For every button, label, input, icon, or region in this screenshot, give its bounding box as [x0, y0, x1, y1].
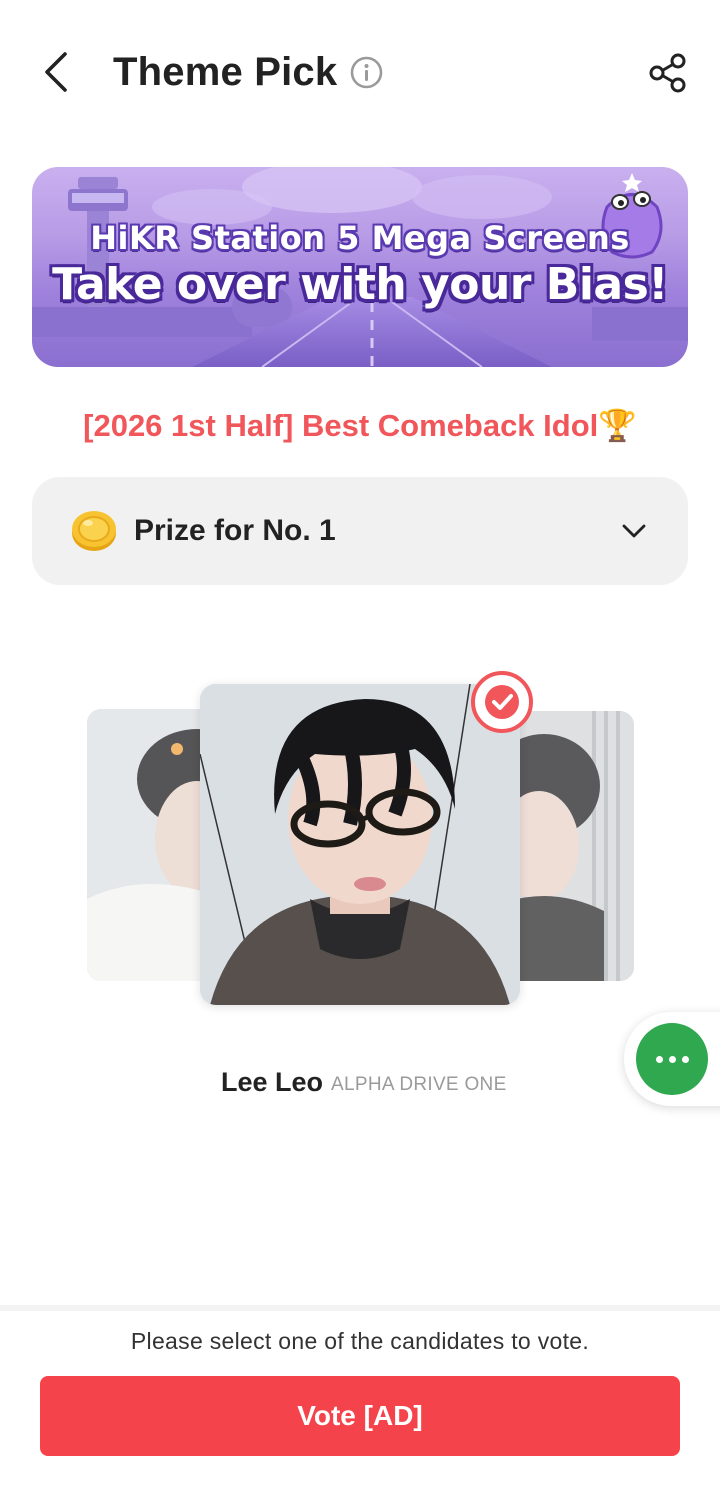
candidate-name: Lee Leo — [221, 1067, 324, 1097]
banner-tagline: Take over with your Bias! — [52, 259, 668, 310]
chevron-down-icon — [622, 524, 646, 538]
event-title: [2026 1st Half] Best Comeback Idol🏆 — [83, 408, 637, 443]
page-title: Theme Pick — [113, 50, 338, 94]
info-icon[interactable] — [350, 56, 383, 89]
candidate-group: ALPHA DRIVE ONE — [331, 1074, 507, 1095]
vote-button[interactable]: Vote [AD] — [40, 1376, 680, 1456]
prize-dropdown[interactable]: Prize for No. 1 — [32, 477, 688, 585]
back-button[interactable] — [36, 48, 76, 96]
banner-headline: HiKR Station 5 Mega Screens — [90, 219, 630, 257]
coin-icon — [72, 511, 116, 551]
prize-label: Prize for No. 1 — [134, 514, 336, 547]
more-button[interactable] — [636, 1023, 708, 1095]
selected-check-icon[interactable] — [470, 670, 534, 734]
vote-hint: Please select one of the candidates to v… — [130, 1328, 590, 1354]
share-icon — [649, 53, 686, 93]
share-button[interactable] — [646, 51, 690, 95]
chevron-left-icon — [45, 52, 67, 92]
footer-divider — [0, 1305, 720, 1311]
promo-banner[interactable]: HiKR Station 5 Mega Screens Take over wi… — [32, 167, 688, 367]
